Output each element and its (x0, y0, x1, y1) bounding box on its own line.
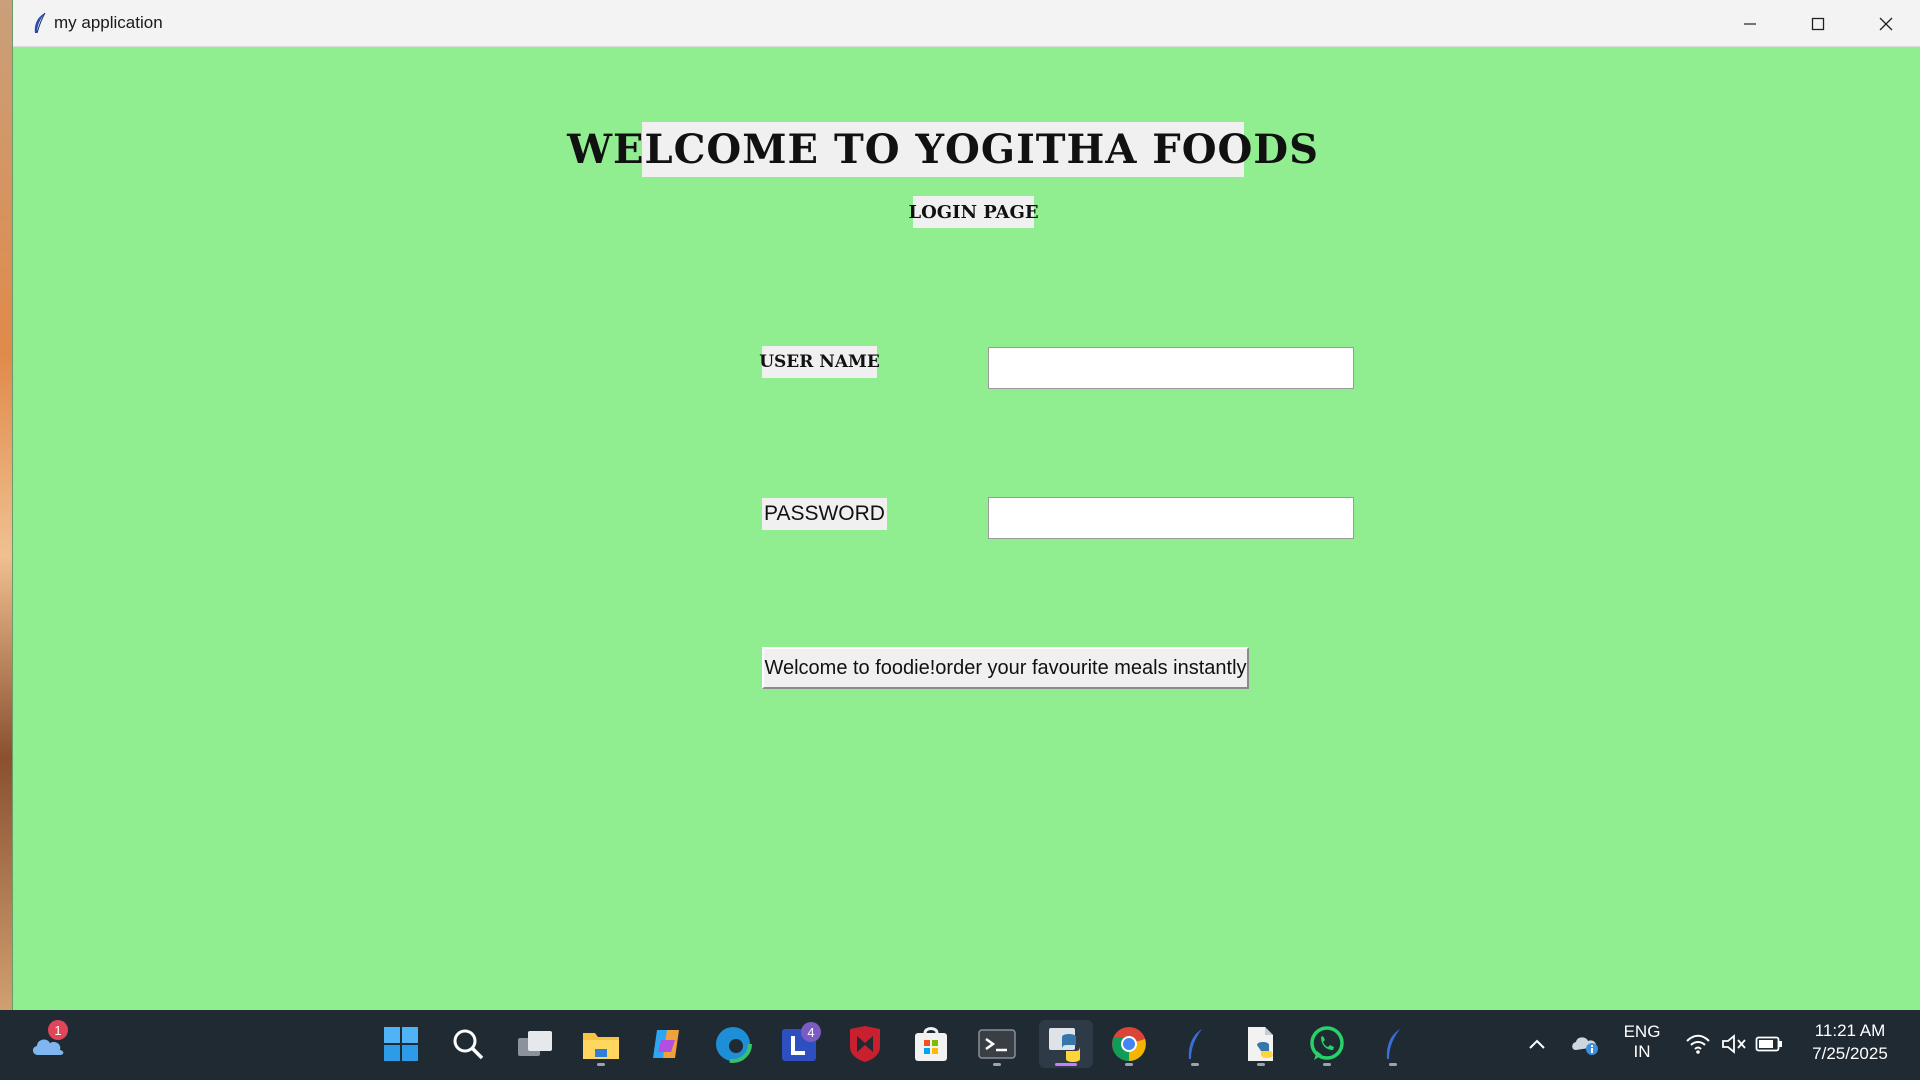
windows-logo-icon (384, 1027, 418, 1061)
whatsapp-button[interactable] (1303, 1020, 1351, 1068)
battery-icon (1755, 1036, 1782, 1052)
chevron-up-icon (1529, 1039, 1545, 1049)
folder-icon (583, 1033, 619, 1059)
running-indicator (1257, 1063, 1265, 1066)
file-explorer-button[interactable] (577, 1020, 625, 1068)
app-window: my application WELCOME TO YOGITHA FOODS … (12, 0, 1920, 1010)
running-indicator (597, 1063, 605, 1066)
copilot-icon (653, 1030, 679, 1058)
chrome-button[interactable] (1105, 1020, 1153, 1068)
edge-icon (714, 1025, 752, 1063)
edge-button[interactable] (709, 1020, 757, 1068)
close-icon (1879, 17, 1893, 30)
start-button[interactable] (377, 1020, 425, 1068)
maximize-icon (1811, 17, 1825, 30)
running-indicator (993, 1063, 1001, 1066)
feather-icon (1386, 1029, 1400, 1059)
clock[interactable]: 11:21 AM 7/25/2025 (1795, 1019, 1905, 1065)
username-label: USER NAME (759, 346, 880, 378)
teams-button[interactable]: 4 (775, 1020, 823, 1068)
page-title: WELCOME TO YOGITHA FOODS (567, 122, 1318, 177)
feather-icon (1188, 1029, 1202, 1059)
task-view-button[interactable] (511, 1020, 559, 1068)
search-button[interactable] (444, 1020, 492, 1068)
python-icon (1049, 1028, 1080, 1062)
whatsapp-icon (1310, 1026, 1344, 1060)
tk-app-button[interactable] (1369, 1020, 1417, 1068)
volume-muted-icon (1722, 1034, 1746, 1054)
close-button[interactable] (1852, 0, 1920, 47)
password-label: PASSWORD (762, 498, 887, 530)
onedrive-status-icon (1572, 1037, 1598, 1055)
password-input[interactable] (988, 497, 1354, 539)
desktop-background (0, 0, 12, 1010)
store-button[interactable] (907, 1020, 955, 1068)
python-button[interactable] (1039, 1020, 1093, 1068)
minimize-icon (1744, 22, 1756, 25)
teams-badge: 4 (801, 1022, 821, 1042)
mcafee-icon (850, 1026, 880, 1062)
title-bar[interactable]: my application (13, 0, 1920, 47)
language-region: IN (1633, 1042, 1651, 1061)
chrome-icon (1112, 1027, 1146, 1062)
running-indicator (1191, 1063, 1199, 1066)
copilot-button[interactable] (643, 1020, 691, 1068)
clock-time: 11:21 AM (1814, 1021, 1886, 1040)
window-title: my application (54, 13, 163, 32)
search-icon (453, 1029, 484, 1060)
terminal-icon (978, 1029, 1016, 1059)
running-indicator (1389, 1063, 1397, 1066)
task-view-icon (518, 1031, 552, 1056)
python-file-button[interactable] (1237, 1020, 1285, 1068)
battery-button[interactable] (1748, 1020, 1790, 1068)
minimize-button[interactable] (1716, 0, 1784, 47)
language-indicator[interactable]: ENG IN (1616, 1022, 1668, 1062)
onedrive-button[interactable] (1561, 1020, 1609, 1068)
python-file-icon (1248, 1027, 1273, 1061)
clock-date: 7/25/2025 (1812, 1044, 1888, 1063)
terminal-button[interactable] (973, 1020, 1021, 1068)
running-indicator (1125, 1063, 1133, 1066)
language-code: ENG (1623, 1022, 1661, 1041)
username-input[interactable] (988, 347, 1354, 389)
store-icon (915, 1027, 947, 1061)
taskbar: 1 4 ENG IN 11:21 AM 7/25/2025 (0, 1010, 1920, 1080)
running-indicator (1055, 1063, 1077, 1066)
weather-widget[interactable]: 1 (24, 1020, 72, 1068)
weather-badge: 1 (48, 1020, 68, 1040)
page-subtitle: LOGIN PAGE (908, 196, 1039, 228)
tk-app-button[interactable] (1171, 1020, 1219, 1068)
wifi-icon (1686, 1034, 1710, 1054)
welcome-button[interactable]: Welcome to foodie!order your favourite m… (762, 647, 1249, 689)
app-content: WELCOME TO YOGITHA FOODS LOGIN PAGE USER… (13, 48, 1920, 1010)
mcafee-button[interactable] (841, 1020, 889, 1068)
maximize-button[interactable] (1784, 0, 1852, 47)
show-hidden-icons-button[interactable] (1513, 1020, 1561, 1068)
running-indicator (1323, 1063, 1331, 1066)
feather-icon (29, 11, 51, 35)
